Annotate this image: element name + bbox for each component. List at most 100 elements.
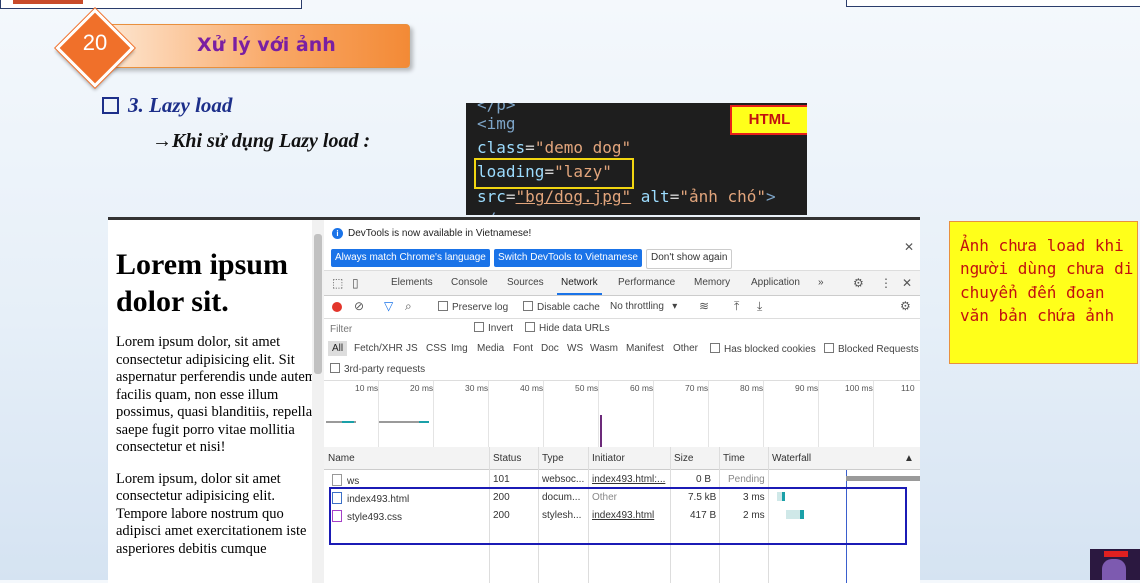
code-line-cut2: </	[477, 209, 496, 215]
timeline-tick: 100 ms	[845, 383, 873, 393]
col-status[interactable]: Status	[493, 453, 521, 464]
switch-to-vietnamese-button[interactable]: Switch DevTools to Vietnamese	[494, 249, 642, 267]
network-settings-icon[interactable]: ⚙	[900, 299, 911, 313]
row-time: Pending	[728, 474, 765, 485]
checkbox-icon	[710, 343, 720, 353]
timeline-bar	[419, 421, 429, 423]
clear-icon[interactable]: ⊘	[354, 299, 364, 313]
close-icon[interactable]: ✕	[904, 240, 914, 254]
code-line-class: class="demo dog"	[477, 138, 632, 157]
requests-highlight-box	[329, 487, 907, 545]
slide-title-bar: Xử lý với ảnh	[108, 24, 410, 68]
kebab-menu-icon[interactable]: ⋮	[880, 276, 892, 290]
tab-sources[interactable]: Sources	[507, 277, 544, 288]
filter-wasm[interactable]: Wasm	[590, 343, 618, 354]
top-right-banner	[846, 0, 1140, 7]
close-devtools-icon[interactable]: ✕	[902, 276, 912, 290]
col-size[interactable]: Size	[674, 453, 693, 464]
bullet-square-icon	[102, 97, 119, 114]
bullet-heading: 3. Lazy load	[128, 93, 233, 117]
gear-icon[interactable]: ⚙	[853, 276, 864, 290]
filter-all[interactable]: All	[328, 341, 348, 356]
upload-icon[interactable]: ⤒	[734, 299, 739, 314]
page-scrollbar-thumb[interactable]	[314, 234, 322, 374]
has-blocked-cookies-checkbox[interactable]: Has blocked cookies	[710, 343, 816, 355]
devtools-language-notice: i DevTools is now available in Vietnames…	[324, 220, 920, 271]
record-icon[interactable]	[332, 302, 342, 312]
download-icon[interactable]: ⤓	[757, 299, 762, 314]
filter-doc[interactable]: Doc	[541, 343, 559, 354]
dom-content-loaded-marker	[600, 415, 602, 447]
note-box: Ảnh chưa load khi người dùng chưa di chu…	[949, 221, 1138, 364]
col-waterfall[interactable]: Waterfall	[772, 453, 811, 464]
col-time[interactable]: Time	[723, 453, 745, 464]
filter-fetch-xhr[interactable]: Fetch/XHR	[354, 343, 403, 354]
device-toolbar-icon[interactable]: ▯	[352, 276, 359, 290]
tab-console[interactable]: Console	[451, 277, 488, 288]
wifi-icon[interactable]: ≋	[699, 299, 709, 313]
row-name: ws	[347, 476, 360, 487]
always-match-language-button[interactable]: Always match Chrome's language	[331, 249, 490, 267]
tab-memory[interactable]: Memory	[694, 277, 730, 288]
filter-manifest[interactable]: Manifest	[626, 343, 664, 354]
timeline-tick: 40 ms	[520, 383, 544, 393]
preserve-log-checkbox[interactable]: Preserve log	[438, 301, 508, 313]
table-row[interactable]: ws 101 websoc... index493.html:... 0 B P…	[324, 470, 920, 488]
waterfall-bar	[846, 476, 920, 481]
timeline-tick: 110	[901, 383, 915, 393]
timeline-tick: 20 ms	[410, 383, 434, 393]
info-icon: i	[332, 228, 343, 239]
top-left-logo	[13, 0, 83, 4]
page-scrollbar[interactable]	[312, 220, 324, 583]
col-initiator[interactable]: Initiator	[592, 453, 625, 464]
timeline-tick: 10 ms	[355, 383, 379, 393]
dont-show-again-button[interactable]: Don't show again	[646, 249, 733, 269]
filter-css[interactable]: CSS	[426, 343, 447, 354]
search-icon[interactable]: ⌕	[405, 299, 412, 314]
filter-ws[interactable]: WS	[567, 343, 583, 354]
filter-other[interactable]: Other	[673, 343, 698, 354]
tab-application[interactable]: Application	[751, 277, 800, 288]
third-party-checkbox[interactable]: 3rd-party requests	[330, 363, 425, 375]
html-label: HTML	[730, 105, 807, 135]
row-size: 0 B	[696, 474, 712, 485]
blocked-requests-label: Blocked Requests	[838, 344, 919, 355]
tab-performance[interactable]: Performance	[618, 277, 675, 288]
tab-elements[interactable]: Elements	[391, 277, 433, 288]
inspect-icon[interactable]: ⬚	[332, 276, 343, 290]
sort-up-icon[interactable]: ▲	[904, 453, 914, 464]
filter-input[interactable]	[328, 322, 466, 336]
hide-data-urls-checkbox[interactable]: Hide data URLs	[525, 322, 610, 334]
code-line-img: <img	[477, 114, 516, 133]
blocked-requests-checkbox[interactable]: Blocked Requests	[824, 343, 919, 355]
invert-checkbox[interactable]: Invert	[474, 322, 513, 334]
timeline-tick: 80 ms	[740, 383, 764, 393]
throttling-select[interactable]: No throttling ▾	[610, 301, 677, 312]
code-img-tag: <img	[477, 114, 516, 133]
disable-cache-checkbox[interactable]: Disable cache	[523, 301, 600, 313]
timeline-tick: 30 ms	[465, 383, 489, 393]
slide-number: 20	[82, 30, 108, 55]
avatar	[1090, 549, 1140, 580]
filter-media[interactable]: Media	[477, 343, 504, 354]
filter-img[interactable]: Img	[451, 343, 468, 354]
filter-font[interactable]: Font	[513, 343, 533, 354]
row-initiator[interactable]: index493.html:...	[592, 474, 665, 485]
checkbox-icon	[438, 301, 448, 311]
filter-js[interactable]: JS	[406, 343, 418, 354]
row-status: 101	[493, 474, 510, 485]
tab-network[interactable]: Network	[557, 277, 602, 295]
hide-data-urls-label: Hide data URLs	[539, 323, 610, 334]
filter-row: Invert Hide data URLs	[324, 319, 920, 339]
resource-type-filters: All Fetch/XHR JS CSS Img Media Font Doc …	[324, 340, 920, 359]
top-left-banner	[0, 0, 302, 9]
code-line-src: src="bg/dog.jpg" alt="ảnh chó">	[477, 187, 776, 206]
col-name[interactable]: Name	[328, 453, 355, 464]
checkbox-icon	[330, 363, 340, 373]
network-toolbar: ⊘ ▽ ⌕ Preserve log Disable cache No thro…	[324, 296, 920, 319]
col-type[interactable]: Type	[542, 453, 564, 464]
more-tabs-icon[interactable]: »	[818, 277, 824, 288]
network-timeline[interactable]: 10 ms 20 ms 30 ms 40 ms 50 ms 60 ms 70 m…	[324, 380, 920, 448]
arrow-icon: →	[152, 130, 172, 152]
filter-icon[interactable]: ▽	[384, 299, 393, 313]
